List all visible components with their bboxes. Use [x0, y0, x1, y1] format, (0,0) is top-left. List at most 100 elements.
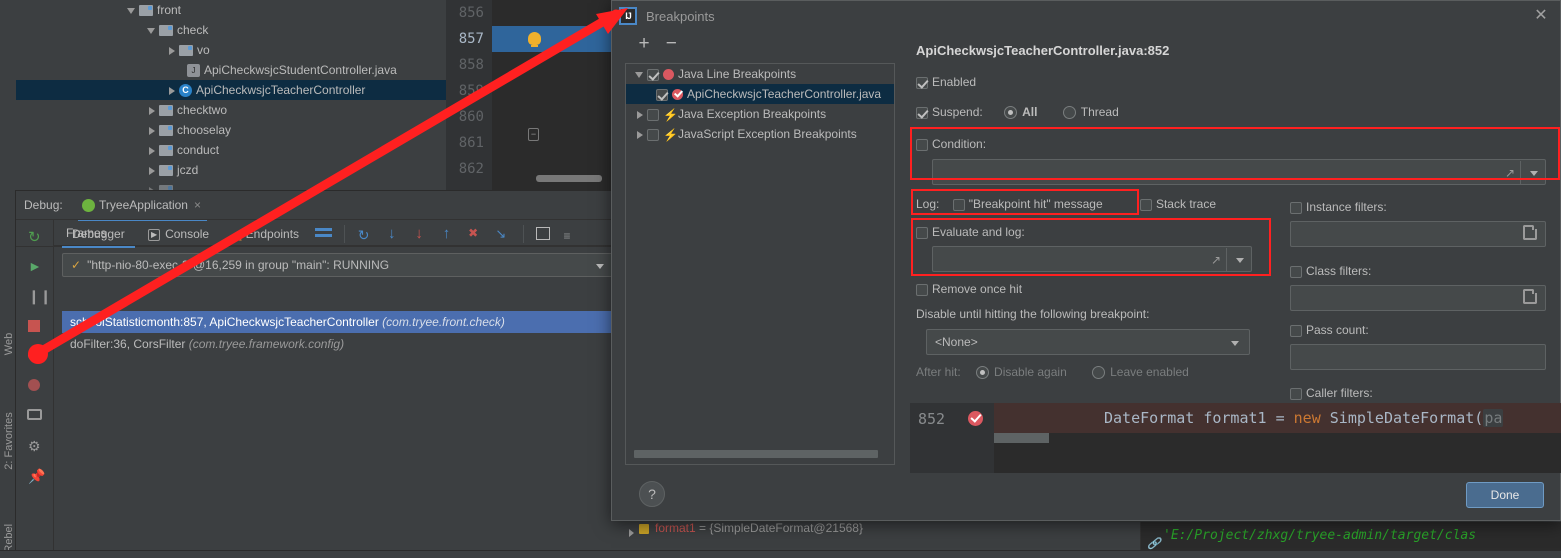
condition-checkbox[interactable]: [916, 138, 928, 151]
tree-item-student-controller[interactable]: J ApiCheckwsjcStudentController.java: [16, 60, 446, 80]
log-message-checkbox[interactable]: [952, 198, 965, 211]
chevron-down-icon[interactable]: [1530, 171, 1538, 176]
bp-group-java-exception[interactable]: ⚡Java Exception Breakpoints: [626, 104, 894, 124]
tree-item-vo[interactable]: vo: [16, 40, 446, 60]
intention-bulb-icon[interactable]: [528, 32, 541, 47]
after-hit-row[interactable]: After hit: Disable again Leave enabled: [916, 365, 1189, 380]
bp-group-java-line[interactable]: Java Line Breakpoints: [626, 64, 894, 84]
add-breakpoint-button[interactable]: +: [632, 33, 656, 57]
instance-filters-input[interactable]: [1290, 221, 1546, 247]
instance-filters-checkbox[interactable]: [1290, 201, 1302, 214]
code-fold-icon[interactable]: −: [528, 128, 539, 141]
chevron-right-icon[interactable]: [166, 85, 177, 96]
pass-count-checkbox[interactable]: [1290, 324, 1302, 337]
chevron-right-icon[interactable]: [146, 145, 157, 156]
mute-breakpoints-button[interactable]: [16, 369, 54, 399]
breakpoint-code-preview[interactable]: 852 DateFormat format1 = new SimpleDateF…: [910, 403, 1561, 473]
evaluate-log-row[interactable]: Evaluate and log:: [916, 225, 1025, 239]
checkbox[interactable]: [647, 68, 659, 81]
log-row[interactable]: Log: "Breakpoint hit" message Stack trac…: [916, 197, 1216, 211]
caller-filters-row[interactable]: Caller filters:: [1290, 386, 1373, 400]
chevron-right-icon[interactable]: [146, 165, 157, 176]
expand-editor-icon[interactable]: ↗: [1505, 166, 1515, 180]
view-breakpoints-button[interactable]: [16, 339, 54, 369]
screenshot-button[interactable]: [16, 399, 54, 429]
instance-filters-row[interactable]: Instance filters:: [1290, 200, 1387, 214]
stop-button[interactable]: [16, 309, 54, 339]
close-icon[interactable]: ×: [194, 198, 201, 212]
condition-input[interactable]: ↗: [932, 159, 1546, 185]
done-button[interactable]: Done: [1466, 482, 1544, 508]
disable-until-dropdown[interactable]: <None>: [926, 329, 1250, 355]
project-tree[interactable]: front check vo J ApiCheckwsjcStudentContr…: [16, 0, 446, 190]
help-button[interactable]: ?: [639, 481, 665, 507]
suspend-checkbox[interactable]: [916, 106, 928, 119]
browse-folder-icon[interactable]: [1523, 225, 1537, 240]
suspend-row[interactable]: Suspend: All Thread: [916, 105, 1119, 120]
suspend-thread-radio[interactable]: [1062, 106, 1076, 120]
editor-horizontal-scrollbar[interactable]: [536, 175, 602, 182]
tree-item-conduct[interactable]: conduct: [16, 140, 446, 160]
chevron-right-icon[interactable]: [634, 129, 645, 140]
pin-button[interactable]: 📌: [16, 459, 54, 489]
class-filters-input[interactable]: [1290, 285, 1546, 311]
breakpoints-toolbar[interactable]: + −: [612, 33, 900, 61]
debug-side-actions[interactable]: ↻ ► ❙❙ ⚙ 📌: [16, 219, 54, 558]
bp-group-javascript-exception[interactable]: ⚡JavaScript Exception Breakpoints: [626, 124, 894, 144]
editor-gutter[interactable]: 856 857 858 859 860 861 862: [446, 0, 492, 190]
editor-code-rows[interactable]: [492, 0, 613, 190]
caller-filters-checkbox[interactable]: [1290, 387, 1302, 400]
chevron-down-icon[interactable]: [146, 25, 157, 36]
chevron-right-icon[interactable]: [634, 109, 645, 120]
pass-count-input[interactable]: [1290, 344, 1546, 370]
tree-item-chooselay[interactable]: chooselay: [16, 120, 446, 140]
class-filters-checkbox[interactable]: [1290, 265, 1302, 278]
editor-area[interactable]: 856 857 858 859 860 861 862 −: [446, 0, 613, 190]
enabled-row[interactable]: Enabled: [916, 75, 976, 89]
stack-trace-checkbox[interactable]: [1139, 198, 1152, 211]
sidebar-tab-web[interactable]: Web: [3, 313, 15, 375]
chevron-right-icon[interactable]: [146, 105, 157, 116]
chevron-down-icon[interactable]: [1236, 258, 1244, 263]
class-filters-row[interactable]: Class filters:: [1290, 264, 1371, 278]
debug-run-config-tab[interactable]: TryeeApplication ×: [78, 191, 207, 221]
chevron-right-icon[interactable]: [166, 45, 177, 56]
tree-item-partial[interactable]: [16, 180, 446, 190]
checkbox[interactable]: [656, 88, 668, 101]
chevron-down-icon[interactable]: [596, 264, 604, 269]
resume-button[interactable]: ►: [16, 249, 54, 279]
enabled-checkbox[interactable]: [916, 76, 928, 89]
chevron-down-icon[interactable]: [634, 69, 645, 80]
tree-item-teacher-controller[interactable]: C ApiCheckwsjcTeacherController: [16, 80, 446, 100]
tree-item-front[interactable]: front: [16, 0, 446, 20]
close-icon[interactable]: ✕: [1532, 8, 1550, 26]
evaluate-log-checkbox[interactable]: [916, 226, 928, 239]
tree-item-jczd[interactable]: jczd: [16, 160, 446, 180]
expand-editor-icon[interactable]: ↗: [1211, 253, 1221, 267]
chevron-down-icon[interactable]: [126, 5, 137, 16]
suspend-all-radio[interactable]: [1004, 106, 1018, 120]
browse-folder-icon[interactable]: [1523, 289, 1537, 304]
evaluate-log-input[interactable]: ↗: [932, 246, 1252, 272]
pause-button[interactable]: ❙❙: [16, 279, 54, 309]
pass-count-row[interactable]: Pass count:: [1290, 323, 1369, 337]
tree-item-checktwo[interactable]: checktwo: [16, 100, 446, 120]
after-hit-disable-again-radio[interactable]: [976, 366, 990, 380]
remove-breakpoint-button[interactable]: −: [659, 33, 683, 57]
frame-row[interactable]: doFilter:36, CorsFilter (com.tryee.frame…: [62, 333, 613, 355]
remove-once-hit-checkbox[interactable]: [916, 283, 928, 296]
settings-button[interactable]: ⚙: [16, 429, 54, 459]
checkbox[interactable]: [647, 108, 659, 121]
condition-row[interactable]: Condition:: [916, 137, 986, 151]
sidebar-tab-favorites[interactable]: 2: Favorites: [3, 396, 15, 486]
chevron-right-icon[interactable]: [146, 125, 157, 136]
tree-horizontal-scrollbar[interactable]: [634, 450, 878, 458]
breakpoints-tree[interactable]: Java Line Breakpoints ApiCheckwsjcTeache…: [625, 63, 895, 465]
after-hit-leave-enabled-radio[interactable]: [1092, 366, 1106, 380]
bp-item-teacher-controller[interactable]: ApiCheckwsjcTeacherController.java: [626, 84, 894, 104]
chevron-down-icon[interactable]: [1231, 341, 1239, 346]
breakpoint-verified-icon[interactable]: [968, 411, 983, 426]
tree-item-check[interactable]: check: [16, 20, 446, 40]
thread-selector[interactable]: ✓ "http-nio-80-exec-3"@16,259 in group "m…: [62, 253, 613, 277]
frame-row-selected[interactable]: schoolStatisticmonth:857, ApiCheckwsjcTe…: [62, 311, 613, 333]
